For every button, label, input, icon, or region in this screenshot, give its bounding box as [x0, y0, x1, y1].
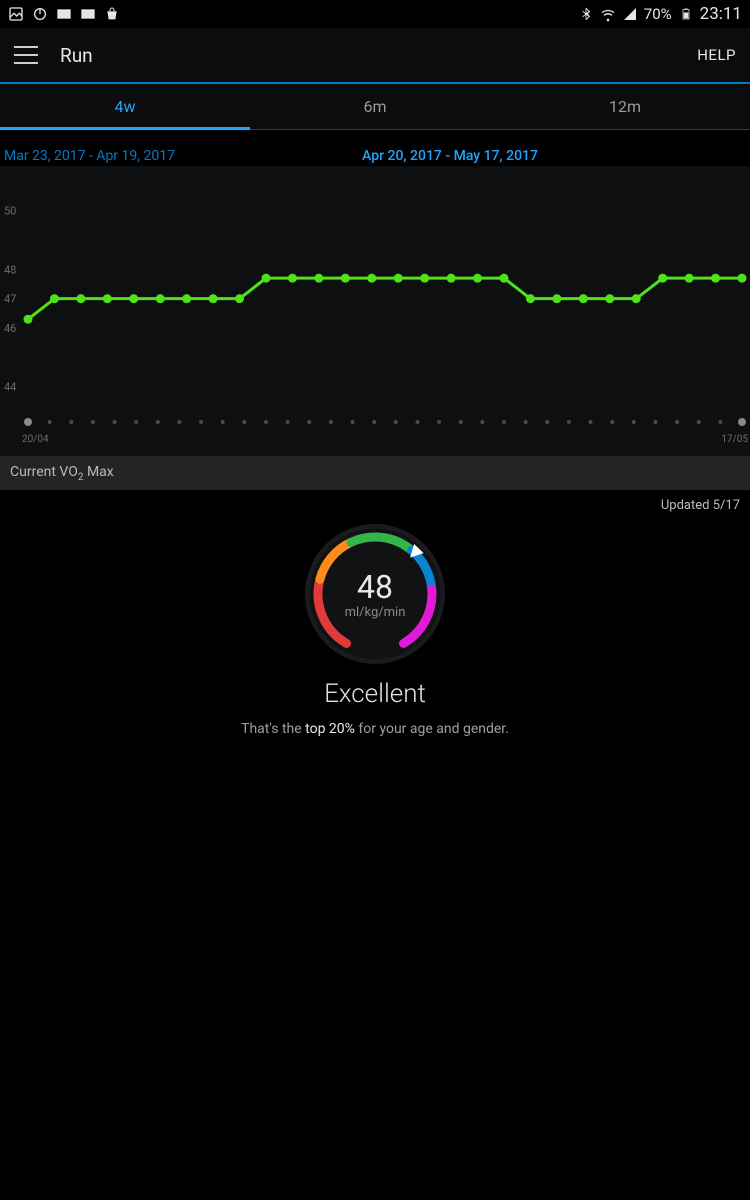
- vo2-rating: Excellent: [324, 679, 426, 709]
- mail-icon: [80, 6, 96, 22]
- image-icon: [8, 6, 24, 22]
- bluetooth-icon: [578, 6, 594, 22]
- wifi-icon: [600, 6, 616, 22]
- store-icon: [104, 6, 120, 22]
- svg-text:48: 48: [4, 263, 16, 276]
- svg-text:44: 44: [4, 381, 16, 394]
- clock: 23:11: [700, 4, 742, 24]
- range-tabs: 4w 6m 12m: [0, 84, 750, 130]
- tab-12m[interactable]: 12m: [500, 84, 750, 129]
- svg-text:17/05: 17/05: [721, 434, 748, 445]
- svg-text:20/04: 20/04: [22, 434, 49, 445]
- date-range-current[interactable]: Apr 20, 2017 - May 17, 2017: [300, 148, 600, 164]
- vo2-gauge: 48ml/kg/min: [300, 519, 450, 669]
- android-status-bar: 70% 23:11: [0, 0, 750, 28]
- help-button[interactable]: HELP: [697, 46, 736, 64]
- vo2-header-label: Current VO2 Max: [10, 464, 114, 483]
- date-range-row: Mar 23, 2017 - Apr 19, 2017 Apr 20, 2017…: [0, 130, 750, 166]
- vo2-header-bar: Current VO2 Max: [0, 456, 750, 490]
- battery-icon: [678, 6, 694, 22]
- svg-text:ml/kg/min: ml/kg/min: [345, 605, 406, 620]
- menu-icon[interactable]: [14, 46, 38, 64]
- signal-icon: [622, 6, 638, 22]
- tab-4w[interactable]: 4w: [0, 84, 250, 129]
- svg-text:50: 50: [4, 205, 16, 218]
- vo2-subtext: That's the top 20% for your age and gend…: [241, 721, 509, 737]
- svg-text:46: 46: [4, 322, 16, 335]
- updated-label: Updated 5/17: [0, 490, 750, 513]
- app-bar: Run HELP: [0, 28, 750, 84]
- vo2-gauge-area: 48ml/kg/min Excellent That's the top 20%…: [0, 513, 750, 737]
- battery-percent: 70%: [644, 5, 672, 23]
- tab-6m[interactable]: 6m: [250, 84, 500, 129]
- mail-icon: [56, 6, 72, 22]
- power-icon: [32, 6, 48, 22]
- date-range-prev[interactable]: Mar 23, 2017 - Apr 19, 2017: [0, 148, 300, 164]
- vo2max-chart[interactable]: 44 46 47 48 50 20/04 17/05: [0, 166, 750, 456]
- svg-text:48: 48: [357, 568, 393, 606]
- page-title: Run: [60, 44, 697, 67]
- svg-text:47: 47: [4, 293, 16, 306]
